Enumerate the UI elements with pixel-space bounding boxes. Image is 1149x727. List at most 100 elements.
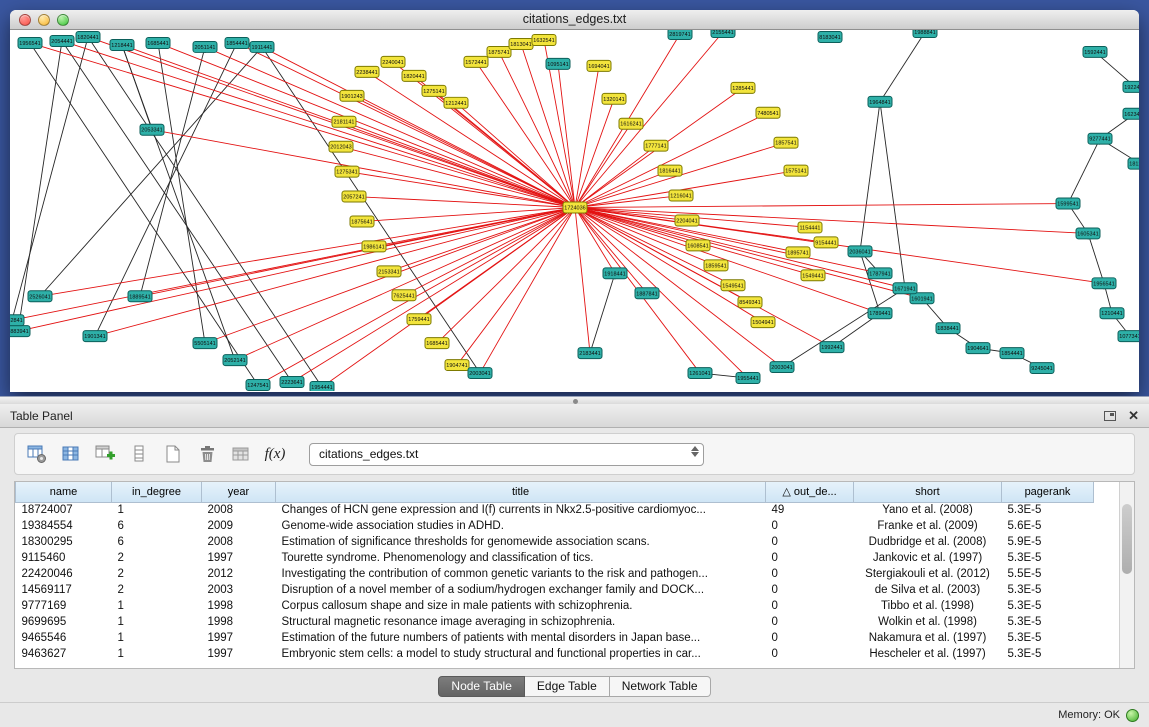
new-document-icon[interactable] — [159, 439, 187, 469]
cell-name[interactable]: 18300295 — [16, 534, 112, 550]
table-row[interactable]: 1938455462009Genome-wide association stu… — [16, 518, 1094, 534]
cell-name[interactable]: 9115460 — [16, 550, 112, 566]
minimize-window-button[interactable] — [38, 14, 50, 26]
cell-year[interactable]: 1998 — [202, 614, 276, 630]
cell-out_degree[interactable]: 0 — [766, 534, 854, 550]
table-row[interactable]: 946362711997Embryonic stem cells: a mode… — [16, 646, 1094, 662]
cell-out_degree[interactable]: 0 — [766, 518, 854, 534]
zoom-window-button[interactable] — [57, 14, 69, 26]
table-mode-icon[interactable] — [23, 439, 51, 469]
cell-pagerank[interactable]: 5.5E-5 — [1002, 566, 1094, 582]
cell-short[interactable]: Franke et al. (2009) — [854, 518, 1002, 534]
cell-out_degree[interactable]: 0 — [766, 630, 854, 646]
cell-in_degree[interactable]: 2 — [112, 550, 202, 566]
cell-out_degree[interactable]: 0 — [766, 614, 854, 630]
cell-pagerank[interactable]: 5.3E-5 — [1002, 550, 1094, 566]
table-row[interactable]: 969969511998Structural magnetic resonanc… — [16, 614, 1094, 630]
cell-title[interactable]: Estimation of significance thresholds fo… — [276, 534, 766, 550]
cell-in_degree[interactable]: 1 — [112, 630, 202, 646]
cell-year[interactable]: 2009 — [202, 518, 276, 534]
cell-title[interactable]: Investigating the contribution of common… — [276, 566, 766, 582]
cell-title[interactable]: Genome-wide association studies in ADHD. — [276, 518, 766, 534]
cell-in_degree[interactable]: 6 — [112, 534, 202, 550]
cell-year[interactable]: 2008 — [202, 534, 276, 550]
panel-splitter[interactable] — [0, 396, 1149, 404]
cell-year[interactable]: 1998 — [202, 598, 276, 614]
cell-in_degree[interactable]: 1 — [112, 614, 202, 630]
cell-in_degree[interactable]: 2 — [112, 582, 202, 598]
cell-name[interactable]: 18724007 — [16, 502, 112, 518]
cell-title[interactable]: Changes of HCN gene expression and I(f) … — [276, 502, 766, 518]
cell-title[interactable]: Tourette syndrome. Phenomenology and cla… — [276, 550, 766, 566]
cell-in_degree[interactable]: 6 — [112, 518, 202, 534]
import-table-icon[interactable] — [227, 439, 255, 469]
cell-short[interactable]: Jankovic et al. (1997) — [854, 550, 1002, 566]
cell-title[interactable]: Corpus callosum shape and size in male p… — [276, 598, 766, 614]
cell-year[interactable]: 1997 — [202, 550, 276, 566]
cell-pagerank[interactable]: 5.3E-5 — [1002, 502, 1094, 518]
close-panel-icon[interactable]: ✕ — [1128, 409, 1139, 422]
column-header-year[interactable]: year — [202, 482, 276, 502]
cell-year[interactable]: 1997 — [202, 646, 276, 662]
cell-pagerank[interactable]: 5.3E-5 — [1002, 614, 1094, 630]
cell-short[interactable]: Tibbo et al. (1998) — [854, 598, 1002, 614]
column-header-name[interactable]: name — [16, 482, 112, 502]
cell-short[interactable]: Nakamura et al. (1997) — [854, 630, 1002, 646]
cell-name[interactable]: 22420046 — [16, 566, 112, 582]
cell-out_degree[interactable]: 0 — [766, 598, 854, 614]
cell-pagerank[interactable]: 5.6E-5 — [1002, 518, 1094, 534]
create-column-icon[interactable] — [91, 439, 119, 469]
cell-in_degree[interactable]: 2 — [112, 566, 202, 582]
cell-title[interactable]: Embryonic stem cells: a model to study s… — [276, 646, 766, 662]
cell-out_degree[interactable]: 0 — [766, 566, 854, 582]
cell-name[interactable]: 9699695 — [16, 614, 112, 630]
table-row[interactable]: 1456911722003Disruption of a novel membe… — [16, 582, 1094, 598]
column-header-out_degree[interactable]: △ out_de... — [766, 482, 854, 502]
cell-pagerank[interactable]: 5.3E-5 — [1002, 582, 1094, 598]
show-columns-icon[interactable] — [57, 439, 85, 469]
function-builder-icon[interactable]: f(x) — [261, 439, 289, 469]
tab-network-table[interactable]: Network Table — [610, 676, 711, 697]
network-selector[interactable]: citations_edges.txt — [309, 443, 704, 466]
cell-name[interactable]: 9463627 — [16, 646, 112, 662]
table-row[interactable]: 2242004622012Investigating the contribut… — [16, 566, 1094, 582]
table-row[interactable]: 1872400712008Changes of HCN gene express… — [16, 502, 1094, 518]
cell-in_degree[interactable]: 1 — [112, 598, 202, 614]
cell-short[interactable]: Dudbridge et al. (2008) — [854, 534, 1002, 550]
cell-short[interactable]: Hescheler et al. (1997) — [854, 646, 1002, 662]
cell-name[interactable]: 19384554 — [16, 518, 112, 534]
table-row[interactable]: 946554611997Estimation of the future num… — [16, 630, 1094, 646]
cell-out_degree[interactable]: 0 — [766, 646, 854, 662]
cell-in_degree[interactable]: 1 — [112, 502, 202, 518]
scrollbar-thumb[interactable] — [1122, 504, 1132, 574]
cell-pagerank[interactable]: 5.3E-5 — [1002, 630, 1094, 646]
column-header-short[interactable]: short — [854, 482, 1002, 502]
cell-year[interactable]: 2012 — [202, 566, 276, 582]
cell-name[interactable]: 9465546 — [16, 630, 112, 646]
column-header-in_degree[interactable]: in_degree — [112, 482, 202, 502]
cell-year[interactable]: 2003 — [202, 582, 276, 598]
cell-out_degree[interactable]: 0 — [766, 582, 854, 598]
network-canvas[interactable]: 1724036190124321811412012043127534120572… — [10, 30, 1139, 391]
cell-short[interactable]: de Silva et al. (2003) — [854, 582, 1002, 598]
cell-name[interactable]: 9777169 — [16, 598, 112, 614]
cell-year[interactable]: 2008 — [202, 502, 276, 518]
network-graph[interactable]: 1724036190124321811412012043127534120572… — [10, 30, 1139, 391]
cell-in_degree[interactable]: 1 — [112, 646, 202, 662]
cell-short[interactable]: Yano et al. (2008) — [854, 502, 1002, 518]
row-height-icon[interactable] — [125, 439, 153, 469]
table-scrollbar[interactable] — [1119, 482, 1134, 668]
column-header-pagerank[interactable]: pagerank — [1002, 482, 1094, 502]
cell-title[interactable]: Disruption of a novel member of a sodium… — [276, 582, 766, 598]
cell-out_degree[interactable]: 0 — [766, 550, 854, 566]
splitter-grip-icon[interactable] — [573, 399, 578, 404]
cell-year[interactable]: 1997 — [202, 630, 276, 646]
table-row[interactable]: 1830029562008Estimation of significance … — [16, 534, 1094, 550]
float-panel-icon[interactable] — [1104, 411, 1116, 421]
cell-name[interactable]: 14569117 — [16, 582, 112, 598]
table-row[interactable]: 911546021997Tourette syndrome. Phenomeno… — [16, 550, 1094, 566]
cell-short[interactable]: Wolkin et al. (1998) — [854, 614, 1002, 630]
cell-pagerank[interactable]: 5.3E-5 — [1002, 646, 1094, 662]
table-row[interactable]: 977716911998Corpus callosum shape and si… — [16, 598, 1094, 614]
tab-node-table[interactable]: Node Table — [438, 676, 525, 697]
